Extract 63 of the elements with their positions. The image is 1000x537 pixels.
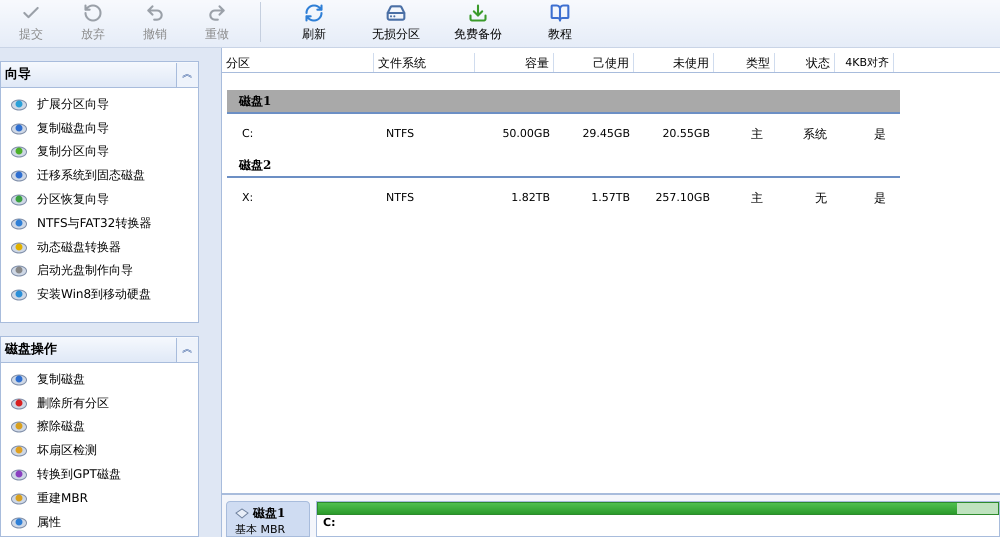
table-cell-text: 主 xyxy=(750,126,764,143)
sidebar-item[interactable]: 复制分区向导 xyxy=(11,140,198,164)
table-cell-text: 29.45GB xyxy=(581,126,631,142)
table-cell-text: 50.00GB xyxy=(501,126,551,142)
sidebar-item[interactable]: 删除所有分区 xyxy=(11,390,198,415)
table-cell-text: 系统 xyxy=(802,126,828,143)
sidebar-item[interactable]: NTFS与FAT32转换器 xyxy=(11,210,198,235)
sidebar-item[interactable]: 复制磁盘 xyxy=(11,367,198,391)
redo-icon xyxy=(207,3,227,23)
table-cell-text: 1.82TB xyxy=(510,190,551,206)
panel-title: 磁盘操作 xyxy=(4,340,57,359)
toolbar-button[interactable]: 刷新 xyxy=(273,3,355,43)
download-icon xyxy=(468,3,488,23)
toolbar-button[interactable]: 免费备份 xyxy=(437,3,519,43)
partition-label: C: xyxy=(322,515,336,531)
table-cell-text: 是 xyxy=(873,190,887,207)
table-cell-text: X: xyxy=(241,190,254,206)
table-cell-text: 20.55GB xyxy=(661,126,711,142)
refresh-icon xyxy=(304,3,324,23)
sidebar-item[interactable]: 重建MBR xyxy=(11,486,198,510)
toolbar-button[interactable]: 无损分区 xyxy=(355,3,437,43)
column-header[interactable]: 容量 xyxy=(475,53,554,72)
table-row[interactable]: C: NTFS 50.00GB 29.45GB 20.55GB 主 系统 是 xyxy=(222,114,900,154)
table-cell-text: NTFS xyxy=(385,126,416,142)
table-cell-text: 无 xyxy=(814,190,828,207)
column-header[interactable]: 己使用 xyxy=(554,53,634,72)
column-header[interactable]: 4KB对齐 xyxy=(835,53,894,72)
table-cell-text: 1.57TB xyxy=(590,190,631,206)
collapse-button[interactable]: ︽ xyxy=(176,338,198,362)
table-cell-text: 主 xyxy=(750,190,764,207)
sidebar-item[interactable]: 坏扇区检测 xyxy=(11,438,198,462)
undo-icon xyxy=(145,3,165,23)
discard-icon xyxy=(83,3,103,23)
table-cell-text: 是 xyxy=(873,126,887,143)
disk-name: 磁盘1 xyxy=(253,505,286,522)
drive-icon xyxy=(386,3,406,23)
sidebar-item[interactable]: 动态磁盘转换器 xyxy=(11,234,198,259)
sidebar-item[interactable]: 安装Win8到移动硬盘 xyxy=(11,282,198,306)
sidebar-item[interactable]: 复制磁盘向导 xyxy=(11,116,198,140)
column-header[interactable]: 未使用 xyxy=(634,53,714,72)
sidebar-item[interactable]: 迁移系统到固态磁盘 xyxy=(11,163,198,188)
book-icon xyxy=(550,3,570,23)
column-header[interactable]: 类型 xyxy=(714,53,775,72)
partition-block[interactable]: C: xyxy=(316,501,1000,537)
sidebar-item[interactable]: 启动光盘制作向导 xyxy=(11,258,198,282)
sidebar-item[interactable]: 转换到GPT磁盘 xyxy=(11,462,198,486)
table-cell-text: NTFS xyxy=(385,190,416,206)
sidebar-item[interactable]: 扩展分区向导 xyxy=(11,92,198,116)
table-row[interactable]: X: NTFS 1.82TB 1.57TB 257.10GB 主 无 是 xyxy=(222,178,900,218)
sidebar-item[interactable]: 属性 xyxy=(11,510,198,534)
table-cell-text: C: xyxy=(241,126,254,142)
column-header[interactable]: 状态 xyxy=(775,53,835,72)
sidebar-item[interactable]: 擦除磁盘 xyxy=(11,414,198,438)
column-header[interactable]: 分区 xyxy=(222,53,374,72)
table-cell-text: 257.10GB xyxy=(654,190,711,206)
disk-card[interactable]: 磁盘1 基本 MBR xyxy=(226,501,310,537)
collapse-button[interactable]: ︽ xyxy=(176,62,198,86)
panel-title: 向导 xyxy=(4,66,31,84)
toolbar-button[interactable]: 教程 xyxy=(519,3,601,43)
disk-group-header: 磁盘1 xyxy=(227,90,900,114)
column-header[interactable]: 文件系统 xyxy=(374,53,475,72)
sidebar-item[interactable]: 分区恢复向导 xyxy=(11,187,198,211)
disk-type: 基本 MBR xyxy=(235,522,286,537)
